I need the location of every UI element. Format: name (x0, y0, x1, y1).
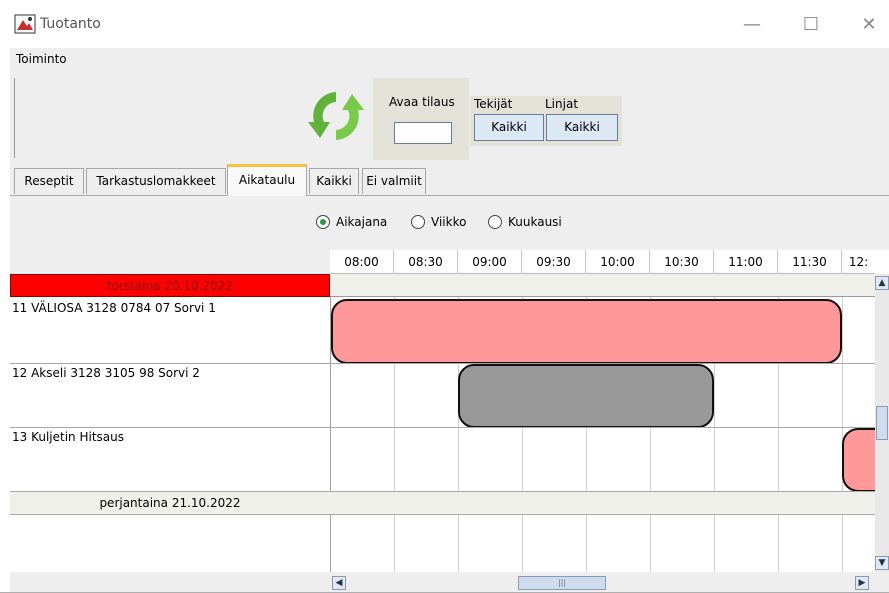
row-divider (10, 427, 875, 428)
window-title: Tuotanto (40, 16, 101, 32)
resource-row-label[interactable]: 13 Kuljetin Hitsaus (10, 430, 332, 444)
horizontal-scroll-thumb[interactable]: ||| (518, 576, 606, 590)
time-header-cell: 11:30 (778, 250, 842, 274)
radio-kuukausi-label: Kuukausi (508, 215, 562, 229)
row-divider (10, 363, 875, 364)
tab-ei-valmiit[interactable]: Ei valmiit (362, 168, 426, 194)
time-header-cell: 08:00 (330, 250, 394, 274)
resource-row-label[interactable]: 11 VÄLIOSA 3128 0784 07 Sorvi 1 (10, 301, 332, 315)
menu-bar (10, 48, 889, 72)
time-header-cell: 10:30 (650, 250, 714, 274)
day-label[interactable]: torstaina 20.10.2022 (10, 274, 330, 297)
order-input[interactable] (394, 122, 452, 144)
scroll-up-button[interactable]: ▲ (875, 276, 889, 290)
minimize-button[interactable]: — (729, 10, 775, 40)
refresh-icon[interactable] (304, 84, 368, 148)
scroll-left-button[interactable]: ◀ (332, 576, 346, 590)
schedule-header-left (10, 250, 330, 274)
linjat-label: Linjat (545, 97, 579, 111)
row-divider (10, 514, 875, 515)
tab-kaikki[interactable]: Kaikki (309, 168, 359, 194)
schedule-task-bar[interactable] (331, 299, 842, 364)
tekijat-label: Tekijät (474, 97, 513, 111)
schedule-task-bar[interactable] (458, 364, 714, 428)
grid-line (842, 274, 843, 572)
scroll-right-button[interactable]: ▶ (855, 576, 869, 590)
time-header-cell: 08:30 (394, 250, 458, 274)
tab-aikataulu[interactable]: Aikataulu (227, 164, 307, 196)
linjat-all-button[interactable]: Kaikki (546, 114, 618, 141)
vertical-scroll-thumb[interactable] (876, 406, 888, 440)
radio-aikajana[interactable] (316, 215, 330, 229)
tekijat-all-button[interactable]: Kaikki (474, 114, 544, 141)
time-header-cell: 09:00 (458, 250, 522, 274)
horizontal-scrollbar[interactable] (10, 572, 889, 593)
tab-reseptit[interactable]: Reseptit (14, 168, 84, 194)
close-button[interactable]: ✕ (846, 10, 889, 40)
toolbar-separator (14, 78, 18, 158)
time-header-cell: 11:00 (714, 250, 778, 274)
menu-item-toiminto[interactable]: Toiminto (16, 52, 67, 66)
resource-row-label[interactable]: 12 Akseli 3128 3105 98 Sorvi 2 (10, 366, 332, 380)
radio-aikajana-label: Aikajana (336, 215, 388, 229)
scroll-down-button[interactable]: ▼ (875, 556, 889, 570)
tab-tarkastuslomakkeet[interactable]: Tarkastuslomakkeet (86, 168, 226, 194)
radio-viikko[interactable] (411, 215, 425, 229)
order-label: Avaa tilaus (389, 95, 455, 109)
app-icon (14, 14, 36, 34)
time-header-cell: 10:00 (586, 250, 650, 274)
order-panel (373, 78, 469, 160)
time-header-cell: 09:30 (522, 250, 586, 274)
maximize-button[interactable]: ☐ (788, 10, 834, 40)
time-header-cell: 12: (848, 255, 869, 269)
day-label[interactable]: perjantaina 21.10.2022 (10, 492, 330, 515)
radio-kuukausi[interactable] (488, 215, 502, 229)
radio-viikko-label: Viikko (431, 215, 467, 229)
